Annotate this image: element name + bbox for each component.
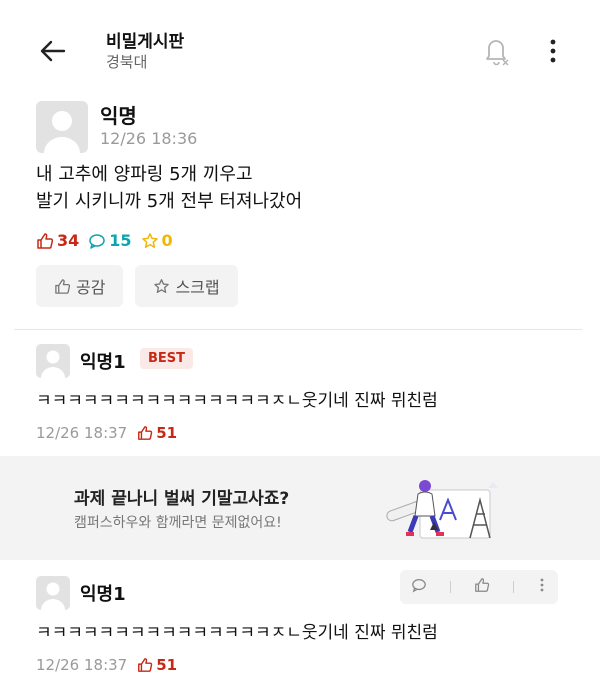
more-options-icon[interactable] — [542, 34, 564, 68]
comment-author: 익명1 — [80, 584, 126, 605]
like-count-value: 34 — [57, 231, 80, 250]
ad-subtitle: 캠퍼스하우와 함께라면 문제없어요! — [74, 515, 282, 531]
avatar — [36, 101, 88, 153]
post-body-line: 발기 시키니까 5개 전부 터져나갔어 — [36, 191, 303, 212]
star-icon — [154, 278, 170, 293]
scrap-count-value: 0 — [161, 231, 173, 250]
ad-title: 과제 끝나니 벌써 기말고사죠? — [74, 489, 290, 509]
board-school: 경북대 — [106, 53, 148, 71]
comment-text: ㅋㅋㅋㅋㅋㅋㅋㅋㅋㅋㅋㅋㅋㅋㅋㅈㄴ웃기네 진짜 뮈친럼 — [36, 623, 438, 643]
comment-count-value: 15 — [109, 231, 132, 250]
more-options-icon[interactable] — [537, 577, 547, 597]
app-header: 비밀게시판 경북대 — [0, 0, 600, 95]
divider — [14, 329, 582, 330]
post-author: 익명 — [100, 104, 137, 128]
board-title: 비밀게시판 — [106, 32, 185, 52]
thumbs-up-icon — [37, 232, 54, 249]
comment-meta: 12/26 18:37 51 — [36, 656, 177, 674]
back-arrow-icon[interactable] — [36, 34, 70, 68]
comment-meta: 12/26 18:37 51 — [36, 424, 177, 442]
comment-time: 12/26 18:37 — [36, 424, 128, 442]
post-actions: 공감 스크랩 — [36, 265, 250, 307]
like-count: 34 — [36, 231, 79, 250]
comment-like-count: 51 — [137, 424, 177, 442]
divider — [512, 581, 514, 593]
best-badge: BEST — [140, 348, 194, 369]
comment-like-button-icon[interactable] — [474, 577, 490, 597]
speech-bubble-icon — [89, 233, 106, 249]
post-time: 12/26 18:36 — [100, 129, 198, 148]
avatar — [36, 576, 70, 610]
notification-off-icon[interactable] — [480, 34, 512, 68]
post-body: 내 고추에 양파링 5개 끼우고 발기 시키니까 5개 전부 터져나갔어 — [36, 161, 302, 215]
star-icon — [141, 232, 158, 248]
thumbs-up-icon — [138, 658, 153, 672]
scrap-button-label: 스크랩 — [175, 278, 220, 297]
avatar — [36, 344, 70, 378]
comment-actions — [400, 570, 558, 604]
scrap-count: 0 — [141, 231, 173, 250]
divider — [450, 581, 452, 593]
thumbs-up-icon — [138, 426, 153, 440]
post-stats: 34 15 0 — [36, 231, 182, 250]
comment-like-count: 51 — [137, 656, 177, 674]
comment-like-value: 51 — [156, 656, 178, 674]
comment-time: 12/26 18:37 — [36, 656, 128, 674]
reply-icon[interactable] — [411, 577, 427, 597]
study-illustration — [380, 470, 510, 550]
like-button-label: 공감 — [76, 278, 106, 297]
comment-count: 15 — [88, 231, 132, 250]
post-body-line: 내 고추에 양파링 5개 끼우고 — [36, 164, 253, 185]
scrap-button[interactable]: 스크랩 — [135, 265, 238, 307]
comment-author: 익명1 — [80, 352, 126, 373]
comment-text: ㅋㅋㅋㅋㅋㅋㅋㅋㅋㅋㅋㅋㅋㅋㅋㅈㄴ웃기네 진짜 뮈친럼 — [36, 391, 438, 411]
comment-like-value: 51 — [156, 424, 178, 442]
like-button[interactable]: 공감 — [36, 265, 124, 307]
ad-banner[interactable]: 과제 끝나니 벌써 기말고사죠? 캠퍼스하우와 함께라면 문제없어요! — [0, 456, 600, 560]
thumbs-up-icon — [55, 278, 71, 294]
